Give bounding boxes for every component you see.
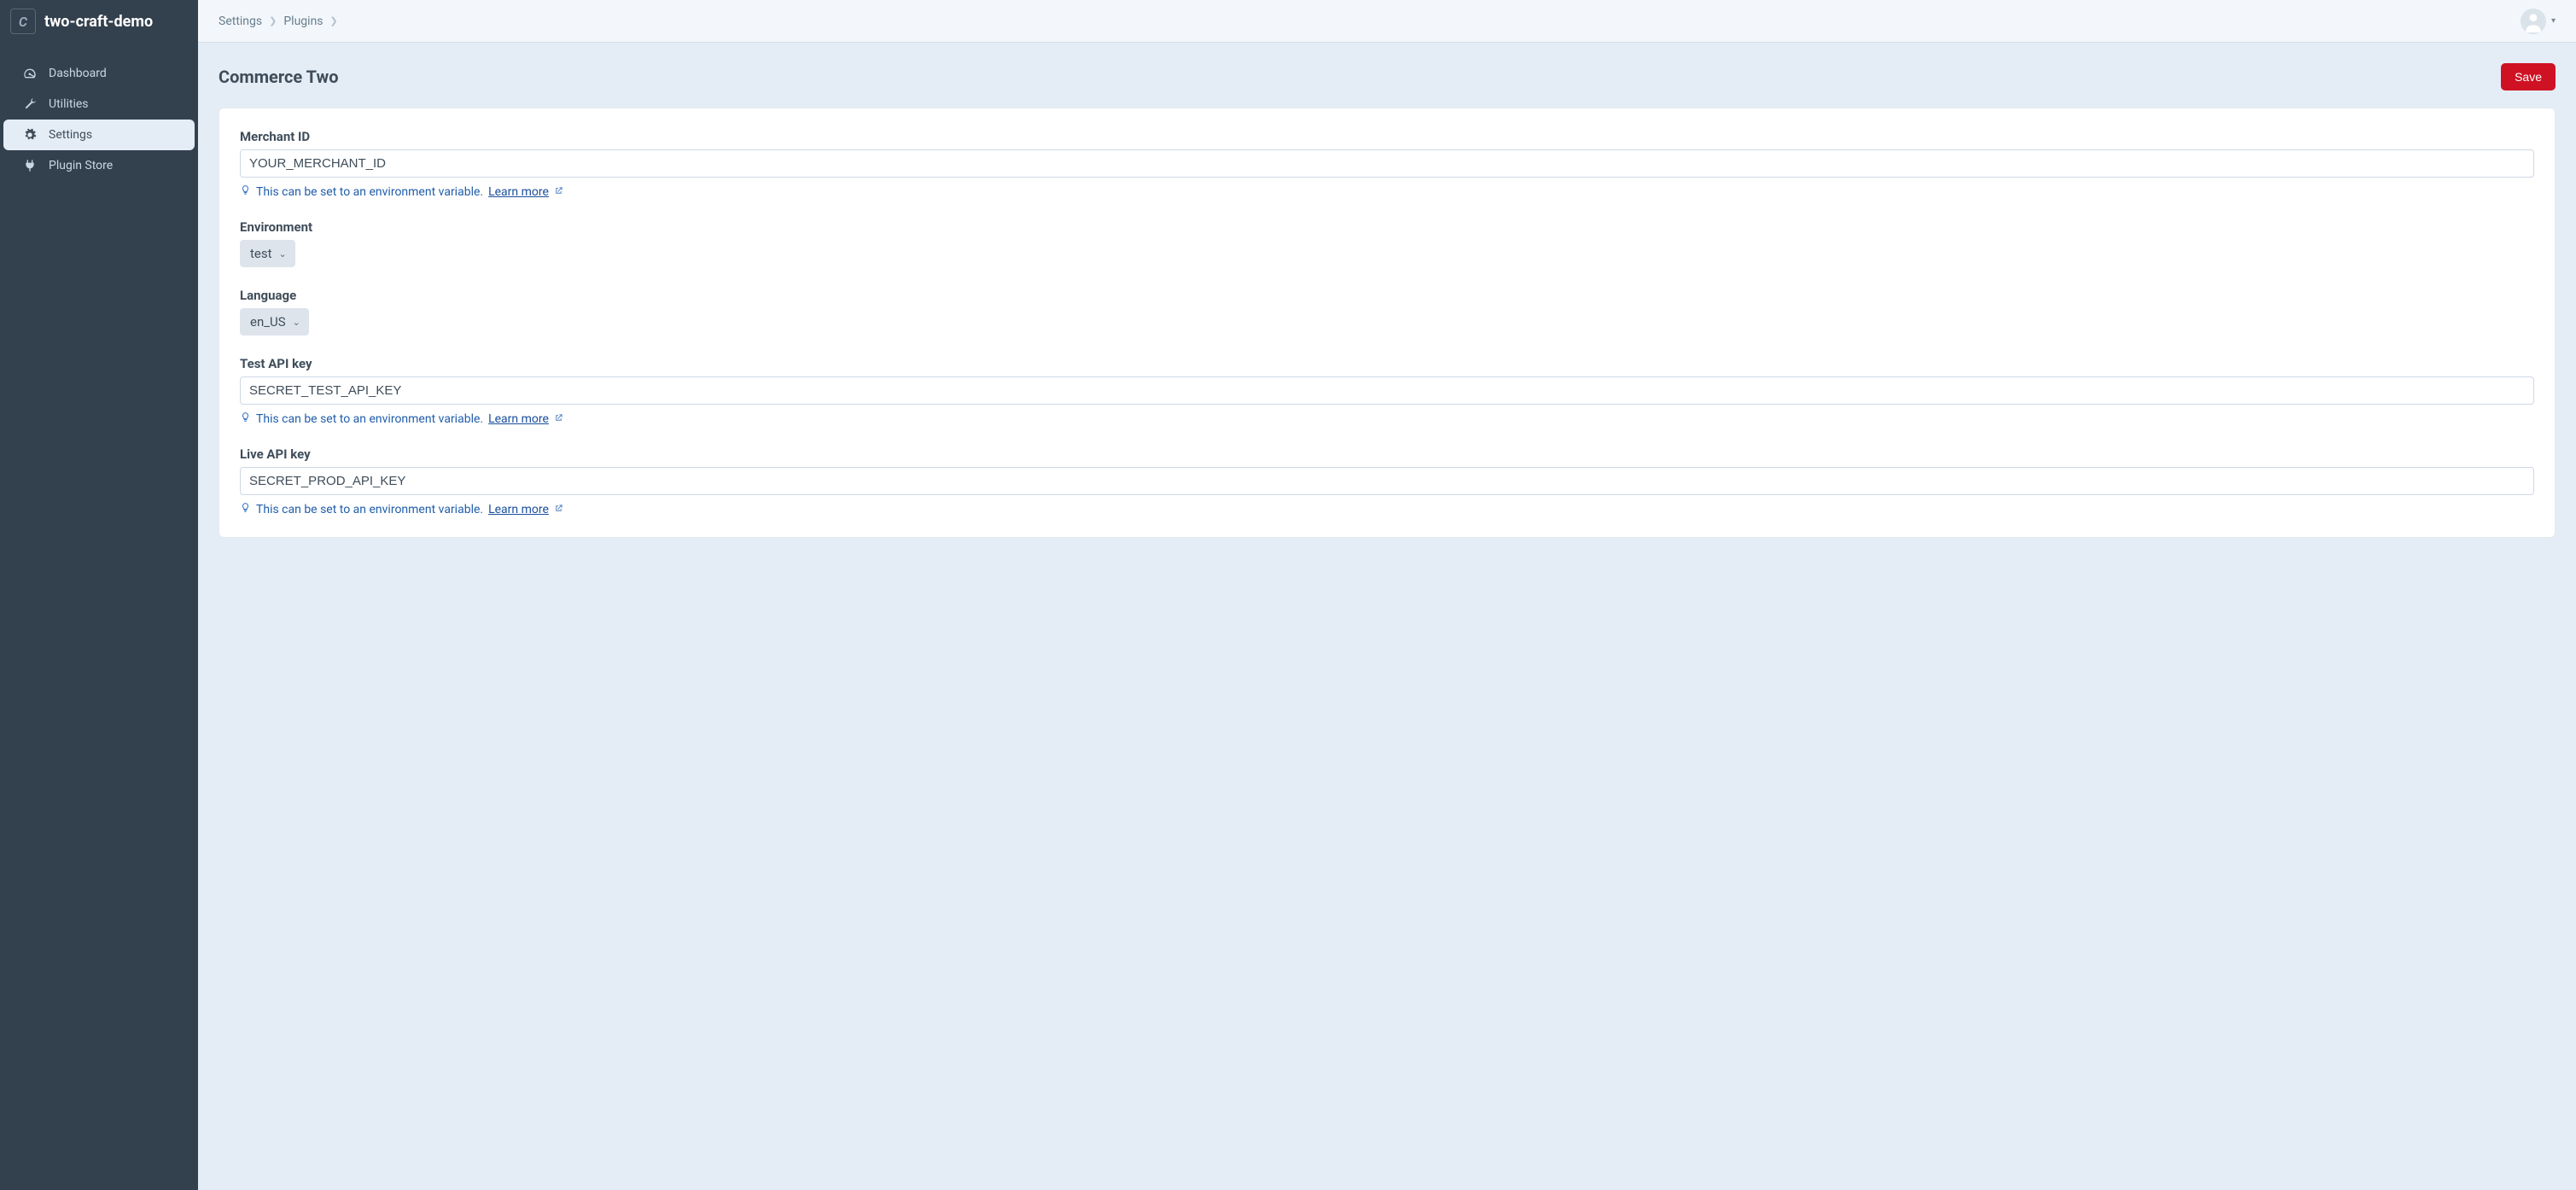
env-tip: This can be set to an environment variab… (240, 184, 2534, 199)
user-menu[interactable]: ▾ (2521, 9, 2556, 34)
learn-more-link[interactable]: Learn more (488, 412, 549, 426)
page-header: Commerce Two Save (198, 43, 2576, 108)
sidebar: C two-craft-demo Dashboard Utilities Set… (0, 0, 198, 1190)
settings-panel: Merchant ID This can be set to an enviro… (219, 108, 2556, 538)
env-tip: This can be set to an environment variab… (240, 411, 2534, 426)
external-link-icon (554, 186, 563, 198)
topbar: Settings ❯ Plugins ❯ ▾ (198, 0, 2576, 43)
breadcrumbs: Settings ❯ Plugins ❯ (219, 15, 338, 28)
chevron-down-icon: ▾ (2551, 16, 2556, 26)
nav-item-label: Plugin Store (49, 159, 113, 172)
field-live-api-key: Live API key This can be set to an envir… (240, 446, 2534, 516)
nav-item-label: Dashboard (49, 67, 107, 80)
plug-icon (22, 158, 38, 173)
avatar (2521, 9, 2546, 34)
gear-icon (22, 127, 38, 143)
merchant-id-input[interactable] (240, 149, 2534, 178)
lightbulb-icon (240, 411, 251, 426)
field-label: Merchant ID (240, 129, 2534, 144)
field-merchant-id: Merchant ID This can be set to an enviro… (240, 129, 2534, 199)
tip-text: This can be set to an environment variab… (256, 503, 483, 516)
sidebar-header[interactable]: C two-craft-demo (0, 0, 198, 43)
nav-item-settings[interactable]: Settings (3, 120, 195, 150)
nav-item-plugin-store[interactable]: Plugin Store (3, 150, 195, 181)
logo-icon: C (10, 9, 36, 34)
select-value: test (250, 246, 272, 261)
field-label: Live API key (240, 446, 2534, 462)
chevron-down-icon: ⌄ (279, 248, 287, 260)
chevron-right-icon: ❯ (330, 15, 338, 26)
environment-select[interactable]: test ⌄ (240, 240, 295, 267)
wrench-icon (22, 96, 38, 112)
field-language: Language en_US ⌄ (240, 288, 2534, 335)
save-button[interactable]: Save (2501, 63, 2556, 90)
lightbulb-icon (240, 502, 251, 516)
nav-item-label: Utilities (49, 97, 89, 111)
lightbulb-icon (240, 184, 251, 199)
nav-item-dashboard[interactable]: Dashboard (3, 58, 195, 89)
breadcrumb-settings[interactable]: Settings (219, 15, 262, 28)
main: Settings ❯ Plugins ❯ ▾ Commerce Two Save… (198, 0, 2576, 1190)
external-link-icon (554, 504, 563, 516)
chevron-right-icon: ❯ (269, 15, 277, 26)
env-tip: This can be set to an environment variab… (240, 502, 2534, 516)
nav: Dashboard Utilities Settings Plugin Stor… (0, 58, 198, 181)
learn-more-link[interactable]: Learn more (488, 503, 549, 516)
external-link-icon (554, 413, 563, 425)
tip-text: This can be set to an environment variab… (256, 412, 483, 426)
live-api-key-input[interactable] (240, 467, 2534, 495)
field-test-api-key: Test API key This can be set to an envir… (240, 356, 2534, 426)
site-name: two-craft-demo (44, 13, 153, 31)
learn-more-link[interactable]: Learn more (488, 185, 549, 199)
gauge-icon (22, 66, 38, 81)
nav-item-label: Settings (49, 128, 92, 142)
field-environment: Environment test ⌄ (240, 219, 2534, 267)
page-title: Commerce Two (219, 67, 339, 87)
field-label: Environment (240, 219, 2534, 235)
select-value: en_US (250, 314, 286, 330)
test-api-key-input[interactable] (240, 376, 2534, 405)
breadcrumb-plugins[interactable]: Plugins (283, 15, 323, 28)
nav-item-utilities[interactable]: Utilities (3, 89, 195, 120)
field-label: Test API key (240, 356, 2534, 371)
chevron-down-icon: ⌄ (293, 317, 300, 328)
field-label: Language (240, 288, 2534, 303)
language-select[interactable]: en_US ⌄ (240, 308, 309, 335)
tip-text: This can be set to an environment variab… (256, 185, 483, 199)
